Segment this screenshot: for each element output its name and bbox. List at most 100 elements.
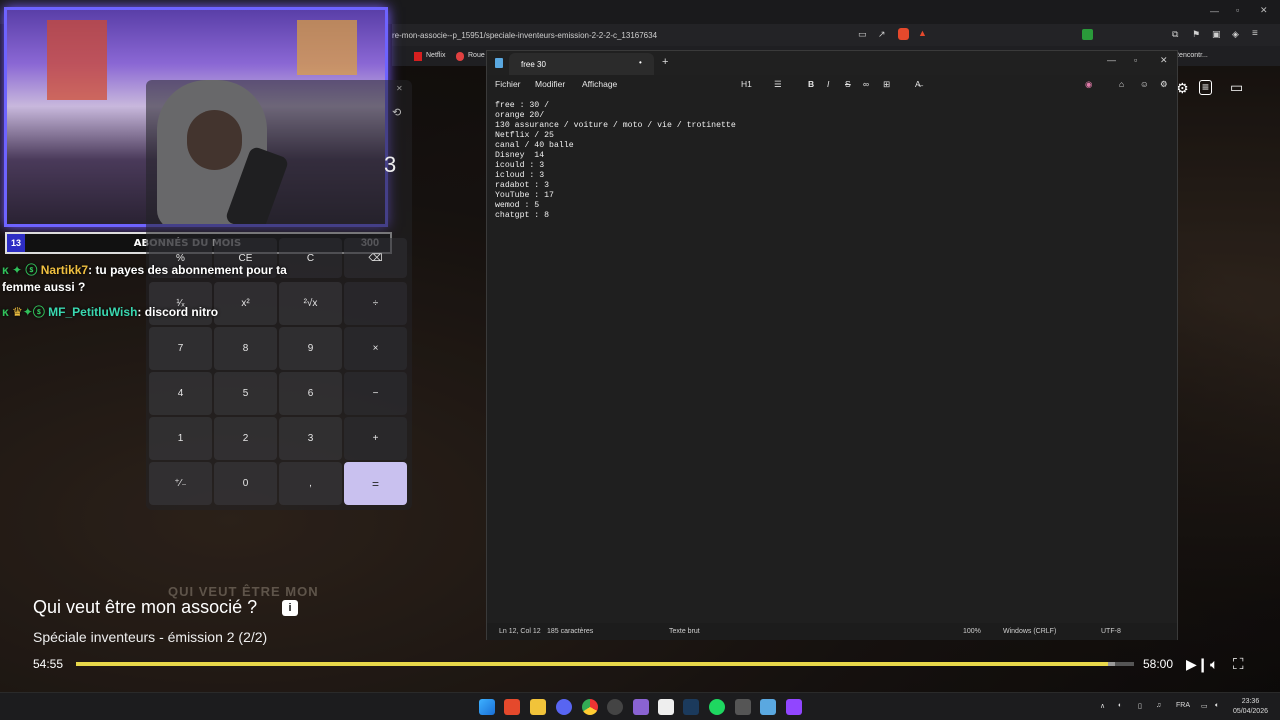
strikethrough-icon[interactable]: S bbox=[845, 79, 851, 89]
minimize-icon[interactable]: — bbox=[1210, 6, 1219, 16]
line-ending[interactable]: Windows (CRLF) bbox=[1003, 628, 1056, 635]
calc-key[interactable]: 9 bbox=[279, 327, 342, 370]
calc-key-mem-2[interactable]: C bbox=[279, 238, 342, 278]
steam-tray-icon[interactable]: ◐ bbox=[1118, 702, 1122, 709]
chrome-icon[interactable] bbox=[582, 699, 598, 715]
maximize-icon[interactable]: ▫ bbox=[1236, 5, 1239, 15]
menu-affichage[interactable]: Affichage bbox=[582, 79, 617, 89]
table-icon[interactable]: ⊞ bbox=[883, 79, 890, 90]
file-explorer-icon[interactable] bbox=[530, 699, 546, 715]
close-icon[interactable]: ✕ bbox=[1160, 55, 1168, 66]
text-format[interactable]: Texte brut bbox=[669, 628, 700, 635]
list-icon[interactable]: ☰ bbox=[774, 79, 782, 90]
address-bar[interactable]: re-mon-associe--p_15951/speciale-invente… bbox=[392, 24, 1280, 46]
bookmark-icon[interactable]: ⚑ bbox=[1192, 29, 1200, 40]
progress-bar[interactable] bbox=[76, 662, 1134, 666]
calculator-app-icon[interactable] bbox=[735, 699, 751, 715]
notepad-editor[interactable]: free : 30 /orange 20/130 assurance / voi… bbox=[495, 101, 1165, 621]
spotify-icon[interactable] bbox=[709, 699, 725, 715]
close-icon[interactable]: ✕ bbox=[1260, 5, 1268, 16]
calc-key[interactable]: 4 bbox=[149, 372, 212, 415]
calc-key[interactable]: − bbox=[344, 372, 407, 415]
history-icon[interactable]: ⟲ bbox=[392, 106, 401, 119]
text-line[interactable]: wemod : 5 bbox=[495, 201, 1165, 211]
bookmark-rencontr[interactable]: Rencontr... bbox=[1174, 52, 1208, 59]
calc-key[interactable]: , bbox=[279, 462, 342, 505]
cast-icon[interactable]: ▭ bbox=[1230, 79, 1243, 96]
calc-key[interactable]: 7 bbox=[149, 327, 212, 370]
fullscreen-icon[interactable]: ⛶ bbox=[1233, 656, 1244, 673]
notepad-icon[interactable] bbox=[760, 699, 776, 715]
share-icon[interactable]: ↗ bbox=[878, 29, 886, 40]
minimize-icon[interactable]: — bbox=[1107, 55, 1116, 65]
clear-format-icon[interactable]: A̶ bbox=[915, 79, 921, 89]
bookmark-roue[interactable]: Roue bbox=[468, 52, 485, 59]
rewards-icon[interactable]: ▲ bbox=[918, 28, 927, 38]
bold-icon[interactable]: B bbox=[808, 79, 814, 89]
text-line[interactable]: free : 30 / bbox=[495, 101, 1165, 111]
italic-icon[interactable]: I bbox=[827, 79, 829, 89]
app-icon[interactable] bbox=[658, 699, 674, 715]
menu-fichier[interactable]: Fichier bbox=[495, 79, 521, 89]
brave-shield-icon[interactable] bbox=[898, 28, 909, 40]
zoom-level[interactable]: 100% bbox=[963, 628, 981, 635]
calc-key[interactable]: ÷ bbox=[344, 282, 407, 325]
calc-key[interactable]: 1 bbox=[149, 417, 212, 460]
calc-key[interactable]: 5 bbox=[214, 372, 277, 415]
volume-tray-icon[interactable]: 🔈︎ bbox=[1215, 702, 1219, 710]
text-line[interactable]: Netflix / 25 bbox=[495, 131, 1165, 141]
network-icon[interactable]: ▭ bbox=[1201, 702, 1208, 710]
volume-icon[interactable]: 🔈︎ bbox=[1210, 656, 1218, 673]
calc-key[interactable]: x² bbox=[214, 282, 277, 325]
calc-key[interactable]: 0 bbox=[214, 462, 277, 505]
calculator-icon[interactable] bbox=[633, 699, 649, 715]
new-tab-button[interactable]: + bbox=[662, 56, 668, 68]
calc-key-mem-3[interactable]: ⌫ bbox=[344, 238, 407, 278]
next-icon[interactable]: ▶❙ bbox=[1186, 656, 1209, 673]
usb-icon[interactable]: ▯ bbox=[1138, 702, 1142, 710]
link-icon[interactable]: ∞ bbox=[863, 79, 869, 89]
menu-icon[interactable]: ≡ bbox=[1252, 28, 1258, 39]
obs-icon[interactable] bbox=[607, 699, 623, 715]
tab-free-30[interactable]: free 30 • bbox=[509, 53, 654, 75]
calc-key[interactable]: ²√x bbox=[279, 282, 342, 325]
twitch-icon[interactable] bbox=[786, 699, 802, 715]
calc-key[interactable]: 6 bbox=[279, 372, 342, 415]
tab-dot-icon[interactable]: • bbox=[639, 58, 642, 67]
account-icon[interactable]: ☺ bbox=[1140, 79, 1149, 89]
calc-key[interactable]: + bbox=[344, 417, 407, 460]
text-line[interactable]: 130 assurance / voiture / moto / vie / t… bbox=[495, 121, 1165, 131]
text-line[interactable]: canal / 40 balle bbox=[495, 141, 1165, 151]
screen-icon[interactable]: ▭ bbox=[858, 29, 867, 40]
steam-icon[interactable] bbox=[683, 699, 699, 715]
maximize-icon[interactable]: ▫ bbox=[1134, 55, 1137, 65]
calc-key[interactable]: × bbox=[344, 327, 407, 370]
info-icon[interactable]: i bbox=[282, 600, 298, 616]
subtitles-icon[interactable]: ≡ bbox=[1199, 80, 1213, 95]
calc-key[interactable]: 2 bbox=[214, 417, 277, 460]
language-indicator[interactable]: FRA bbox=[1176, 702, 1190, 709]
url-text[interactable]: re-mon-associe--p_15951/speciale-invente… bbox=[392, 31, 657, 40]
text-line[interactable]: radabot : 3 bbox=[495, 181, 1165, 191]
text-line[interactable]: chatgpt : 8 bbox=[495, 211, 1165, 221]
calc-key[interactable]: 8 bbox=[214, 327, 277, 370]
encoding[interactable]: UTF-8 bbox=[1101, 628, 1121, 635]
chevron-up-icon[interactable]: ∧ bbox=[1100, 702, 1105, 710]
wallet-icon[interactable]: ▣ bbox=[1212, 29, 1221, 40]
announce-icon[interactable]: ⌂ bbox=[1119, 79, 1124, 89]
calc-key[interactable]: ⁺⁄₋ bbox=[149, 462, 212, 505]
close-icon[interactable]: ✕ bbox=[396, 84, 403, 93]
text-line[interactable]: icould : 3 bbox=[495, 161, 1165, 171]
text-line[interactable]: YouTube : 17 bbox=[495, 191, 1165, 201]
calc-key[interactable]: 3 bbox=[279, 417, 342, 460]
settings-icon[interactable]: ⚙ bbox=[1160, 79, 1168, 90]
calc-key[interactable]: = bbox=[344, 462, 407, 505]
audio-tray-icon[interactable]: ♫ bbox=[1156, 702, 1161, 709]
start-icon[interactable] bbox=[479, 699, 495, 715]
system-clock[interactable]: 23:36 05/04/2026 bbox=[1233, 697, 1268, 717]
brave-icon[interactable] bbox=[504, 699, 520, 715]
extension-icon[interactable] bbox=[1082, 29, 1093, 40]
vpn-icon[interactable]: ◈ bbox=[1232, 29, 1239, 40]
text-line[interactable]: Disney 14 bbox=[495, 151, 1165, 161]
text-line[interactable]: orange 20/ bbox=[495, 111, 1165, 121]
